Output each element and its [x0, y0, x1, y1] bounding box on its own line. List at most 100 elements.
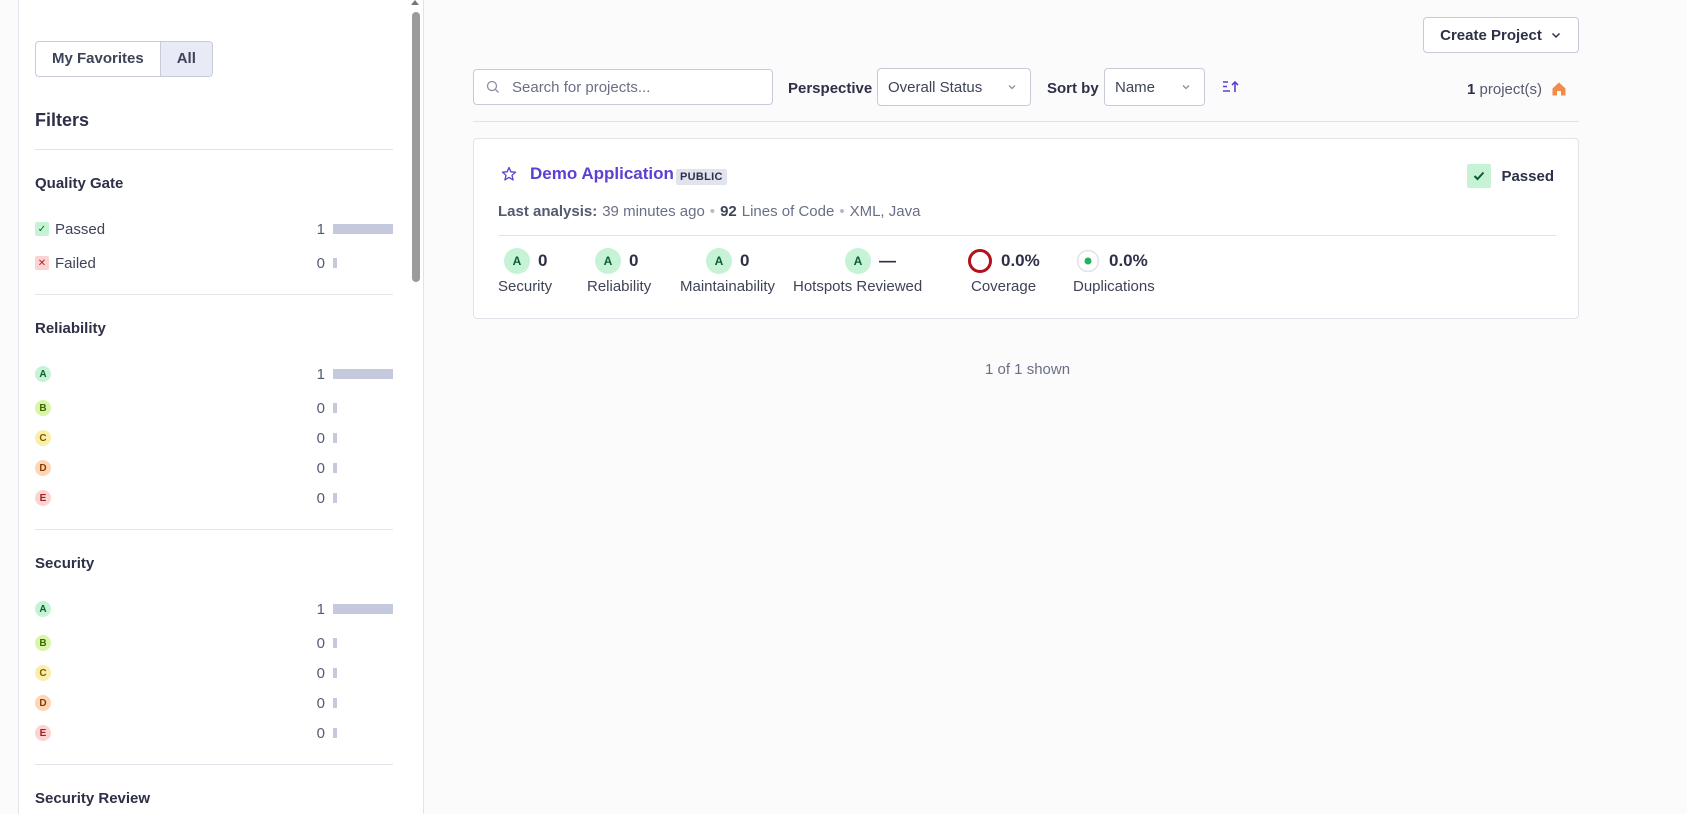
- last-analysis-value: 39 minutes ago: [602, 203, 705, 220]
- metric-label: Security: [498, 278, 553, 295]
- create-project-button[interactable]: Create Project: [1423, 17, 1579, 53]
- sort-by-value: Name: [1115, 78, 1156, 96]
- facet-security-e[interactable]: E 0: [35, 721, 393, 745]
- all-projects-button[interactable]: All: [159, 42, 212, 76]
- star-icon[interactable]: [501, 166, 517, 182]
- facet-label: Failed: [55, 254, 96, 272]
- card-divider: [498, 235, 1556, 236]
- rating-e-badge: E: [35, 725, 51, 741]
- facet-count: 1: [316, 365, 325, 383]
- metric-value: 0: [538, 251, 548, 270]
- security-review-title: Security Review: [35, 790, 151, 807]
- metric-hotspots-reviewed[interactable]: A — Hotspots Reviewed: [793, 248, 922, 295]
- quality-gate-title: Quality Gate: [35, 175, 124, 192]
- metric-value: 0.0%: [1001, 251, 1040, 270]
- facet-reliability-b[interactable]: B 0: [35, 396, 393, 420]
- facet-quality-gate-failed[interactable]: ✕ Failed 0: [35, 251, 393, 275]
- rating-c-badge: C: [35, 665, 51, 681]
- rating-d-badge: D: [35, 460, 51, 476]
- cross-icon: ✕: [35, 256, 49, 270]
- facet-count: 0: [316, 664, 325, 682]
- reliability-title: Reliability: [35, 320, 106, 337]
- facet-count: 0: [316, 724, 325, 742]
- facet-security-d[interactable]: D 0: [35, 691, 393, 715]
- facet-count: 0: [316, 694, 325, 712]
- duplications-dot-icon: [1076, 249, 1100, 273]
- rating-d-badge: D: [35, 695, 51, 711]
- rating-b-badge: B: [35, 400, 51, 416]
- metric-duplications[interactable]: 0.0% Duplications: [1073, 248, 1155, 295]
- rating-a-badge: A: [595, 248, 621, 274]
- quality-gate-status: Passed: [1467, 164, 1554, 188]
- facet-label: Passed: [55, 220, 106, 238]
- project-count-number: 1: [1467, 80, 1476, 98]
- divider: [35, 149, 393, 150]
- facet-reliability-e[interactable]: E 0: [35, 486, 393, 510]
- metric-value: 0: [740, 251, 750, 270]
- facet-bar: [333, 668, 337, 678]
- metric-reliability[interactable]: A0 Reliability: [587, 248, 651, 295]
- facet-security-a[interactable]: A 1: [35, 597, 393, 621]
- metric-value: —: [879, 251, 896, 270]
- divider: [35, 529, 393, 530]
- search-box: [473, 69, 773, 105]
- facet-bar: [333, 604, 393, 614]
- search-input[interactable]: [510, 77, 750, 97]
- security-title: Security: [35, 555, 95, 572]
- home-icon[interactable]: [1550, 80, 1568, 98]
- rating-e-badge: E: [35, 490, 51, 506]
- facet-bar: [333, 403, 337, 413]
- facet-reliability-a[interactable]: A 1: [35, 362, 393, 386]
- facet-security-b[interactable]: B 0: [35, 631, 393, 655]
- metric-value: 0.0%: [1109, 251, 1148, 270]
- perspective-select[interactable]: Overall Status: [877, 68, 1031, 106]
- perspective-label: Perspective: [788, 80, 873, 97]
- metric-label: Maintainability: [680, 278, 776, 295]
- metric-maintainability[interactable]: A0 Maintainability: [680, 248, 775, 295]
- facet-count: 0: [316, 634, 325, 652]
- rating-a-badge: A: [504, 248, 530, 274]
- metric-label: Duplications: [1073, 278, 1155, 295]
- left-gutter: [0, 0, 19, 814]
- search-icon: [486, 80, 499, 93]
- project-count-suffix: project(s): [1479, 80, 1543, 98]
- sort-by-label: Sort by: [1047, 80, 1099, 97]
- facet-count: 0: [316, 429, 325, 447]
- facet-count: 0: [316, 254, 325, 272]
- divider: [35, 764, 393, 765]
- facet-count: 0: [316, 399, 325, 417]
- metric-security[interactable]: A0 Security: [498, 248, 552, 295]
- project-name-link[interactable]: Demo Application: [530, 164, 674, 184]
- scroll-up-arrow[interactable]: [411, 0, 419, 5]
- facet-bar: [333, 698, 337, 708]
- languages: XML, Java: [849, 203, 921, 220]
- facet-reliability-d[interactable]: D 0: [35, 456, 393, 480]
- facet-count: 0: [316, 489, 325, 507]
- my-favorites-button[interactable]: My Favorites: [36, 42, 160, 76]
- sidebar-scrollbar[interactable]: [412, 12, 420, 282]
- facet-bar: [333, 433, 337, 443]
- facet-security-c[interactable]: C 0: [35, 661, 393, 685]
- facet-count: 1: [316, 220, 325, 238]
- facet-bar: [333, 728, 337, 738]
- shown-count: 1 of 1 shown: [985, 361, 1071, 378]
- rating-b-badge: B: [35, 635, 51, 651]
- facet-bar: [333, 224, 393, 234]
- facet-bar: [333, 369, 393, 379]
- sort-ascending-icon[interactable]: [1221, 79, 1241, 95]
- facet-reliability-c[interactable]: C 0: [35, 426, 393, 450]
- sort-by-select[interactable]: Name: [1104, 68, 1205, 106]
- filters-title: Filters: [35, 110, 90, 130]
- project-count: 1 project(s): [1467, 80, 1568, 98]
- perspective-value: Overall Status: [888, 78, 983, 96]
- rating-c-badge: C: [35, 430, 51, 446]
- lines-count: 92: [720, 203, 737, 220]
- separator-dot: •: [839, 203, 845, 220]
- metric-coverage[interactable]: 0.0% Coverage: [967, 248, 1040, 295]
- rating-a-badge: A: [706, 248, 732, 274]
- metric-value: 0: [629, 251, 639, 270]
- divider: [35, 294, 393, 295]
- facet-quality-gate-passed[interactable]: ✓ Passed 1: [35, 217, 393, 241]
- check-icon: ✓: [35, 222, 49, 236]
- facet-bar: [333, 463, 337, 473]
